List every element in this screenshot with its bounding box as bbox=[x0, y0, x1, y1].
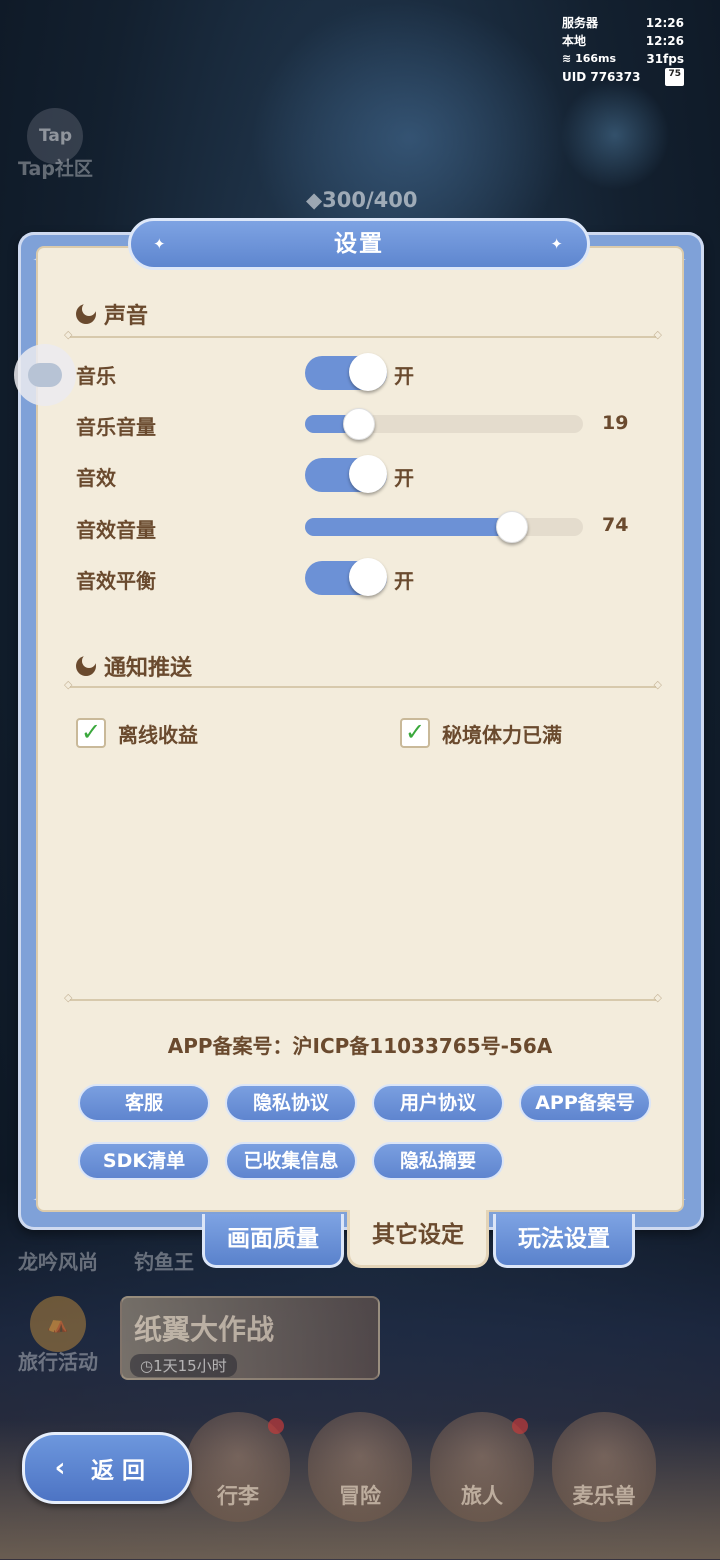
sfx-state: 开 bbox=[394, 466, 414, 490]
sfx-balance-label: 音效平衡 bbox=[76, 569, 156, 593]
music-state: 开 bbox=[394, 364, 414, 388]
tab-graphics-quality[interactable]: 画面质量 bbox=[202, 1214, 344, 1268]
slider-fill bbox=[305, 518, 511, 536]
chat-bubble-icon[interactable] bbox=[14, 344, 76, 406]
notification-dot bbox=[512, 1418, 528, 1434]
nav-adventure[interactable]: 冒险 bbox=[308, 1412, 412, 1522]
app-record-button[interactable]: APP备案号 bbox=[519, 1084, 651, 1122]
sdk-list-button[interactable]: SDK清单 bbox=[78, 1142, 210, 1180]
sfx-toggle[interactable] bbox=[305, 455, 387, 493]
dialog-title: 设置 bbox=[334, 231, 384, 257]
stamina-counter: ◆300/400 bbox=[306, 188, 418, 212]
server-time: 12:26 bbox=[645, 16, 684, 30]
checkmark-icon: ✓ bbox=[76, 718, 106, 748]
footer-divider bbox=[64, 991, 662, 1004]
nav-pet[interactable]: 麦乐兽 bbox=[552, 1412, 656, 1522]
customer-service-button[interactable]: 客服 bbox=[78, 1084, 210, 1122]
tab-other-settings[interactable]: 其它设定 bbox=[347, 1210, 489, 1268]
event-timer: ◷1天15小时 bbox=[130, 1354, 237, 1377]
clock-icon: ◷ bbox=[140, 1357, 154, 1375]
sfx-volume-value: 74 bbox=[602, 514, 629, 536]
fishing-king-button[interactable]: 钓鱼王 bbox=[134, 1246, 194, 1275]
crystal-icon: ◆ bbox=[306, 188, 323, 212]
back-label: 返 回 bbox=[91, 1458, 146, 1484]
stamina-full-checkbox[interactable]: ✓ 秘境体力已满 bbox=[400, 718, 562, 748]
section-divider bbox=[64, 678, 662, 691]
sfx-label: 音效 bbox=[76, 466, 116, 490]
sound-section-heading: 声音 bbox=[76, 298, 148, 330]
back-button[interactable]: ‹ 返 回 bbox=[22, 1432, 192, 1504]
sfx-balance-toggle[interactable] bbox=[305, 558, 387, 596]
sfx-volume-slider[interactable] bbox=[305, 511, 583, 543]
music-volume-slider[interactable] bbox=[305, 408, 583, 440]
sfx-volume-label: 音效音量 bbox=[76, 518, 156, 542]
music-volume-label: 音乐音量 bbox=[76, 415, 156, 439]
moon-icon bbox=[76, 302, 96, 324]
tap-community-button[interactable]: Tap Tap社区 bbox=[18, 108, 93, 181]
uid-readout: UID 776373 bbox=[562, 70, 641, 84]
background-glow bbox=[560, 80, 670, 190]
status-hud: 服务器 12:26 本地 12:26 ≋ 166ms 31fps UID 776373… bbox=[562, 14, 684, 86]
moon-icon bbox=[76, 654, 96, 676]
nav-traveler[interactable]: 旅人 bbox=[430, 1412, 534, 1522]
event-title: 纸翼大作战 bbox=[134, 1313, 275, 1346]
slider-thumb[interactable] bbox=[495, 511, 528, 543]
slider-thumb[interactable] bbox=[342, 408, 375, 440]
server-label: 服务器 bbox=[562, 16, 599, 30]
icp-record-text: APP备案号：沪ICP备11033765号-56A bbox=[167, 1034, 553, 1058]
privacy-policy-button[interactable]: 隐私协议 bbox=[225, 1084, 357, 1122]
toggle-knob bbox=[349, 455, 387, 493]
back-arrow-icon: ‹ bbox=[54, 1453, 66, 1483]
diamond-icon: ✦ bbox=[153, 235, 168, 253]
music-volume-value: 19 bbox=[602, 412, 629, 434]
battery-icon: 75 bbox=[665, 68, 684, 86]
toggle-knob bbox=[349, 353, 387, 391]
push-section-heading: 通知推送 bbox=[76, 650, 192, 682]
event-banner[interactable]: 纸翼大作战 ◷1天15小时 bbox=[120, 1296, 380, 1380]
tent-icon: ⛺ bbox=[30, 1296, 86, 1352]
diamond-icon: ✦ bbox=[550, 235, 565, 253]
toggle-knob bbox=[349, 558, 387, 596]
tab-gameplay-settings[interactable]: 玩法设置 bbox=[493, 1214, 635, 1268]
sfx-balance-state: 开 bbox=[394, 569, 414, 593]
fps-readout: 31fps bbox=[646, 52, 684, 66]
notification-dot bbox=[268, 1418, 284, 1434]
dialog-title-banner: ✦ 设置 ✦ bbox=[128, 218, 590, 270]
collected-info-button[interactable]: 已收集信息 bbox=[225, 1142, 357, 1180]
privacy-summary-button[interactable]: 隐私摘要 bbox=[372, 1142, 504, 1180]
music-toggle[interactable] bbox=[305, 353, 387, 391]
user-agreement-button[interactable]: 用户协议 bbox=[372, 1084, 504, 1122]
offline-income-checkbox[interactable]: ✓ 离线收益 bbox=[76, 718, 198, 748]
ping-readout: ≋ 166ms bbox=[562, 52, 617, 65]
local-time: 12:26 bbox=[645, 34, 684, 48]
nav-luggage[interactable]: 行李 bbox=[186, 1412, 290, 1522]
travel-activity-button[interactable]: ⛺ 旅行活动 bbox=[18, 1296, 98, 1375]
dragon-style-button[interactable]: 龙吟风尚 bbox=[18, 1246, 98, 1275]
section-divider bbox=[64, 328, 662, 341]
wifi-icon: ≋ bbox=[562, 52, 572, 65]
music-label: 音乐 bbox=[76, 364, 116, 388]
local-label: 本地 bbox=[562, 34, 587, 48]
checkmark-icon: ✓ bbox=[400, 718, 430, 748]
